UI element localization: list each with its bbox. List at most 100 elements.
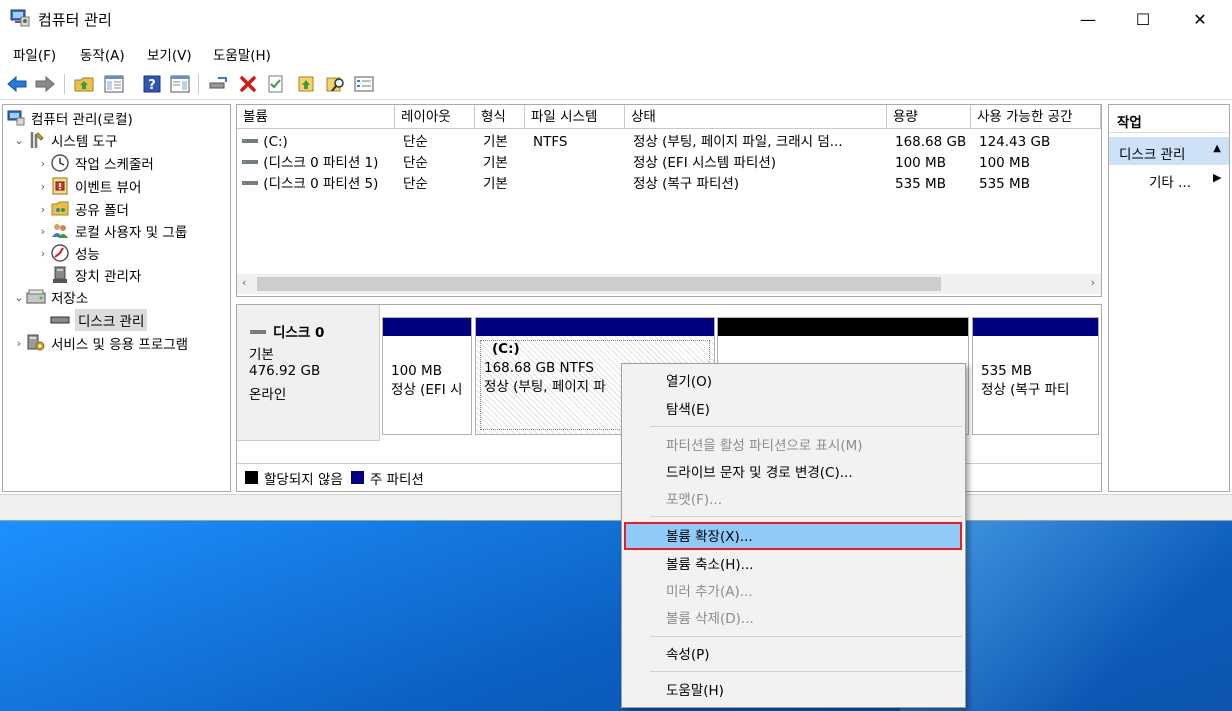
services-icon	[26, 334, 46, 352]
menu-item-shrink-volume[interactable]: 볼륨 축소(H)...	[666, 552, 754, 578]
menu-item-change-drive-letter[interactable]: 드라이브 문자 및 경로 변경(C)...	[666, 460, 853, 486]
column-header-layout[interactable]: 레이아웃	[395, 105, 475, 129]
tree-item-performance[interactable]: › 성능	[36, 242, 100, 264]
disk-size: 476.92 GB	[249, 363, 321, 379]
partition-size: 100 MB	[391, 363, 442, 379]
cell-layout: 단순	[403, 134, 428, 150]
menu-file[interactable]: 파일(F)	[13, 44, 56, 64]
menu-item-format: 포맷(F)...	[666, 492, 723, 508]
help-icon[interactable]: ?	[141, 74, 163, 94]
action-pane-icon[interactable]	[169, 74, 191, 94]
column-header-type[interactable]: 형식	[475, 105, 525, 129]
tree-label: 컴퓨터 관리(로컬)	[31, 112, 133, 128]
maximize-button[interactable]: ☐	[1115, 0, 1171, 38]
column-header-status[interactable]: 상태	[625, 105, 887, 129]
table-row[interactable]: (C:)	[241, 132, 395, 153]
tools-icon	[26, 131, 46, 149]
collapse-triangle-icon[interactable]: ▲	[1213, 143, 1221, 154]
primary-partition-bar	[973, 318, 1098, 336]
partition-recovery[interactable]: 535 MB 정상 (복구 파티	[972, 317, 1099, 435]
disk-info[interactable]: 디스크 0 기본 476.92 GB 온라인	[237, 305, 380, 441]
cell-volume: (디스크 0 파티션 5)	[263, 176, 379, 192]
performance-icon	[50, 244, 70, 262]
column-header-capacity[interactable]: 용량	[887, 105, 971, 129]
expand-chevron-icon[interactable]: ›	[12, 337, 26, 350]
column-header-file-system[interactable]: 파일 시스템	[525, 105, 625, 129]
column-header-free-space[interactable]: 사용 가능한 공간	[971, 105, 1101, 129]
cell-status: 정상 (복구 파티션)	[633, 176, 740, 192]
tree-label: 장치 관리자	[75, 269, 142, 285]
scrollbar-thumb[interactable]	[257, 277, 941, 291]
tree-item-event-viewer[interactable]: › 이벤트 뷰어	[36, 175, 141, 197]
horizontal-scrollbar[interactable]: ‹ ›	[237, 274, 1101, 294]
actions-more-label: 기타 ...	[1149, 175, 1192, 191]
menu-separator	[650, 671, 962, 672]
minimize-button[interactable]: —	[1060, 0, 1116, 38]
cell-type: 기본	[483, 155, 508, 171]
column-header-volume[interactable]: 볼륨	[237, 105, 395, 129]
expand-chevron-icon[interactable]: ›	[36, 247, 50, 260]
properties-icon[interactable]	[265, 74, 287, 94]
tree-item-services-applications[interactable]: › 서비스 및 응용 프로그램	[12, 332, 188, 354]
close-button[interactable]: ✕	[1172, 0, 1228, 38]
tree-item-storage[interactable]: ⌄ 저장소	[12, 286, 88, 308]
forward-arrow-icon[interactable]	[34, 74, 56, 94]
tree-item-system-tools[interactable]: ⌄ 시스템 도구	[12, 129, 117, 151]
menu-item-open[interactable]: 열기(O)	[666, 369, 712, 395]
table-row[interactable]: (디스크 0 파티션 1)	[241, 153, 395, 174]
primary-partition-bar	[383, 318, 471, 336]
show-hide-tree-icon[interactable]	[103, 74, 125, 94]
delete-icon[interactable]	[237, 74, 259, 94]
unallocated-swatch	[245, 471, 258, 484]
expand-chevron-icon[interactable]: ›	[36, 157, 50, 170]
actions-more[interactable]: 기타 ... ▶	[1149, 171, 1221, 191]
tree-label: 저장소	[51, 291, 89, 307]
partition-status: 정상 (EFI 시	[391, 382, 463, 398]
volume-list: 볼륨 레이아웃 형식 파일 시스템 상태 용량 사용 가능한 공간 (C:) 단…	[236, 104, 1102, 297]
menu-bar: 파일(F) 동작(A) 보기(V) 도움말(H)	[0, 40, 1232, 66]
import-icon[interactable]	[295, 74, 317, 94]
shared-folder-icon	[50, 200, 70, 218]
actions-section-disk-management[interactable]: 디스크 관리 ▲	[1109, 137, 1229, 165]
collapse-chevron-icon[interactable]: ⌄	[12, 134, 26, 147]
connect-drive-icon[interactable]	[207, 74, 229, 94]
navigation-tree: 컴퓨터 관리(로컬) ⌄ 시스템 도구 › 작업 스케줄러 › 이벤트 뷰어 ›	[2, 104, 231, 492]
collapse-chevron-icon[interactable]: ⌄	[12, 291, 26, 304]
list-view-icon[interactable]	[353, 74, 375, 94]
disk-title: 디스크 0	[249, 321, 324, 341]
disk-type: 기본	[249, 347, 274, 363]
expand-chevron-icon[interactable]: ›	[36, 180, 50, 193]
expand-chevron-icon[interactable]: ›	[36, 225, 50, 238]
menu-item-extend-volume[interactable]: 볼륨 확장(X)...	[666, 524, 753, 550]
cell-type: 기본	[483, 134, 508, 150]
cell-file-system	[533, 153, 625, 174]
scroll-right-icon[interactable]: ›	[1091, 276, 1095, 289]
menu-action[interactable]: 동작(A)	[80, 44, 125, 64]
disk-drive-icon	[50, 311, 70, 329]
menu-help[interactable]: 도움말(H)	[213, 44, 271, 64]
menu-item-properties[interactable]: 속성(P)	[666, 642, 710, 668]
actions-pane: 작업 디스크 관리 ▲ 기타 ... ▶	[1108, 104, 1230, 492]
tree-item-task-scheduler[interactable]: › 작업 스케줄러	[36, 152, 154, 174]
back-arrow-icon[interactable]	[6, 74, 28, 94]
volume-drive-icon	[242, 160, 258, 164]
menu-view[interactable]: 보기(V)	[147, 44, 192, 64]
partition-size: 535 MB	[981, 363, 1032, 379]
tree-item-disk-management[interactable]: 디스크 관리	[50, 309, 148, 331]
table-row[interactable]: (디스크 0 파티션 5)	[241, 174, 395, 195]
menu-item-help[interactable]: 도움말(H)	[666, 678, 724, 704]
menu-item-explore[interactable]: 탐색(E)	[666, 397, 710, 423]
up-folder-icon[interactable]	[73, 74, 95, 94]
tree-item-local-users[interactable]: › 로컬 사용자 및 그룹	[36, 220, 187, 242]
tree-item-shared-folders[interactable]: › 공유 폴더	[36, 198, 129, 220]
scroll-left-icon[interactable]: ‹	[242, 276, 246, 289]
partition-efi[interactable]: 100 MB 정상 (EFI 시	[382, 317, 472, 435]
partition-label: (C:)	[492, 341, 520, 357]
find-icon[interactable]	[325, 74, 347, 94]
expand-chevron-icon[interactable]: ›	[36, 203, 50, 216]
tree-item-device-manager[interactable]: 장치 관리자	[50, 264, 141, 286]
tree-item-computer-management[interactable]: 컴퓨터 관리(로컬)	[6, 107, 133, 129]
cell-layout: 단순	[403, 176, 428, 192]
tree-label: 로컬 사용자 및 그룹	[75, 225, 188, 241]
computer-management-icon	[10, 9, 30, 27]
